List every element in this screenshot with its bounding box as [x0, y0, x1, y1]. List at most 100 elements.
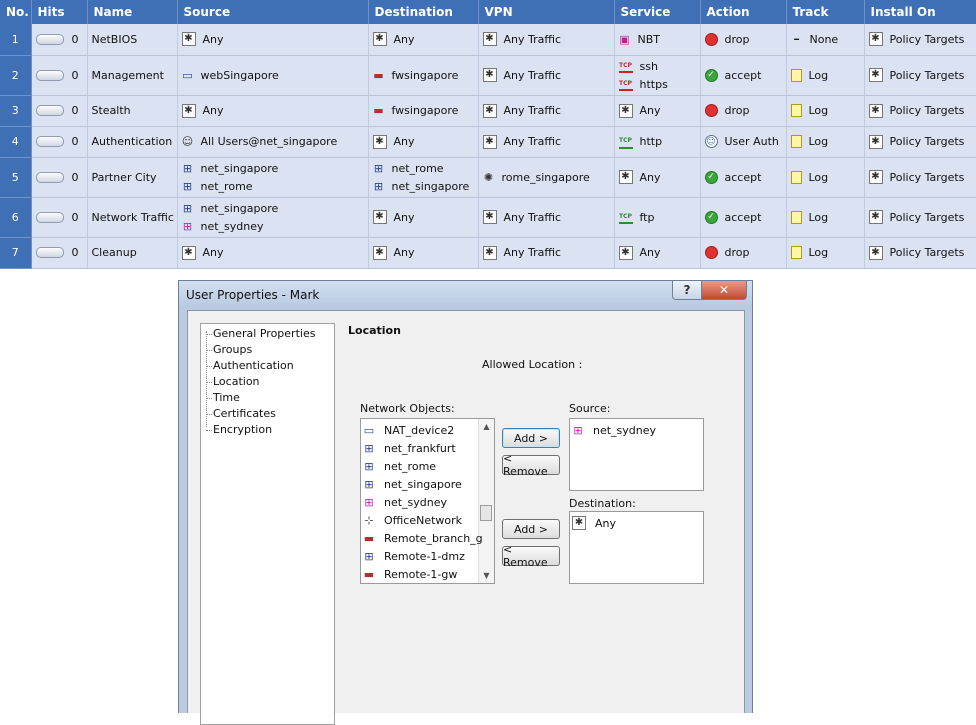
- close-button[interactable]: ✕: [701, 281, 747, 300]
- destination-list[interactable]: ✱ Any: [569, 511, 704, 584]
- col-header-track[interactable]: Track: [786, 0, 865, 24]
- source-object[interactable]: ⊞ net_sydney: [182, 217, 364, 235]
- network-object-item[interactable]: ⊞ net_sydney: [363, 493, 447, 511]
- action-cell[interactable]: ✓ accept: [700, 55, 787, 96]
- destination-object[interactable]: ▬ fwsingapore: [373, 102, 474, 120]
- col-header-service[interactable]: Service: [614, 0, 701, 24]
- destination-cell[interactable]: ⊞ net_rome ⊞ net_singapore: [368, 157, 479, 198]
- source-object[interactable]: ✱ Any: [181, 244, 364, 262]
- service-object[interactable]: TCP ftp: [618, 208, 696, 226]
- table-row[interactable]: 2 0 Management ▭ webSingapore ▬ fwsingapore ✱ An…: [0, 55, 976, 96]
- track-value[interactable]: Log: [790, 208, 860, 226]
- col-header-name[interactable]: Name: [87, 0, 178, 24]
- remove-source-button[interactable]: < Remove: [502, 452, 560, 478]
- network-object-item[interactable]: ⊞ net_frankfurt: [363, 439, 455, 457]
- destination-object[interactable]: ⊞ net_singapore: [373, 177, 474, 195]
- action-value[interactable]: drop: [704, 244, 782, 262]
- tree-item-encryption[interactable]: Encryption: [205, 423, 272, 436]
- install-on-value[interactable]: ✱ Policy Targets: [868, 133, 972, 151]
- action-cell[interactable]: ☺ User Auth: [700, 126, 787, 158]
- vpn-object[interactable]: ✱ Any Traffic: [482, 66, 610, 84]
- table-row[interactable]: 5 0 Partner City ⊞ net_singapore ⊞ net_rome ⊞ ne…: [0, 157, 976, 198]
- rule-name[interactable]: Management: [87, 55, 178, 96]
- tree-item-general-properties[interactable]: General Properties: [205, 327, 315, 340]
- tree-item-certificates[interactable]: Certificates: [206, 407, 276, 420]
- tree-item-authentication[interactable]: Authentication: [206, 359, 294, 372]
- action-cell[interactable]: drop: [700, 24, 787, 56]
- source-cell[interactable]: ✱ Any: [177, 237, 369, 269]
- table-row[interactable]: 6 0 Network Traffic ⊞ net_singapore ⊞ net_sydn…: [0, 197, 976, 238]
- install-on-cell[interactable]: ✱ Policy Targets: [864, 55, 976, 96]
- source-cell[interactable]: ✱ Any: [177, 24, 369, 56]
- vpn-cell[interactable]: ✺ rome_singapore: [478, 157, 615, 198]
- destination-cell[interactable]: ✱ Any: [368, 24, 479, 56]
- action-cell[interactable]: ✓ accept: [700, 197, 787, 238]
- destination-cell[interactable]: ✱ Any: [368, 126, 479, 158]
- network-objects-scrollbar[interactable]: ▲ ▼: [478, 419, 494, 583]
- track-cell[interactable]: Log: [786, 157, 865, 198]
- scroll-down-icon[interactable]: ▼: [479, 568, 494, 583]
- col-header-no[interactable]: No.: [0, 0, 32, 24]
- service-object[interactable]: ✱ Any: [618, 102, 696, 120]
- add-destination-button[interactable]: Add >: [502, 519, 560, 539]
- destination-item[interactable]: ✱ Any: [572, 514, 616, 532]
- source-object[interactable]: ✱ Any: [181, 102, 364, 120]
- service-object[interactable]: ▣ NBT: [619, 30, 696, 48]
- remove-destination-button[interactable]: < Remove: [502, 543, 560, 569]
- service-object[interactable]: TCP http: [618, 133, 696, 151]
- destination-object[interactable]: ✱ Any: [372, 133, 474, 151]
- track-value[interactable]: Log: [790, 244, 860, 262]
- rule-name[interactable]: Stealth: [87, 95, 178, 127]
- action-cell[interactable]: drop: [700, 237, 787, 269]
- source-cell[interactable]: ▭ webSingapore: [177, 55, 369, 96]
- source-object[interactable]: ✱ Any: [181, 30, 364, 48]
- source-object[interactable]: ☺ All Users@net_singapore: [182, 133, 364, 151]
- network-object-item[interactable]: ⊞ Remote-1-dmz: [363, 547, 464, 565]
- source-object[interactable]: ⊞ net_singapore: [182, 159, 364, 177]
- network-object-item[interactable]: ▭ NAT_device2: [363, 421, 454, 439]
- table-row[interactable]: 1 0 NetBIOS ✱ Any ✱ Any ✱ Any Traffic ▣ NBT drop ━ No…: [0, 24, 976, 56]
- scroll-up-icon[interactable]: ▲: [479, 419, 494, 434]
- destination-cell[interactable]: ✱ Any: [368, 237, 479, 269]
- vpn-object[interactable]: ✺ rome_singapore: [483, 168, 610, 186]
- source-object[interactable]: ⊞ net_singapore: [182, 199, 364, 217]
- track-cell[interactable]: Log: [786, 237, 865, 269]
- service-cell[interactable]: ✱ Any: [614, 237, 701, 269]
- install-on-value[interactable]: ✱ Policy Targets: [868, 30, 972, 48]
- service-cell[interactable]: ✱ Any: [614, 157, 701, 198]
- col-header-source[interactable]: Source: [177, 0, 369, 24]
- destination-object[interactable]: ✱ Any: [372, 208, 474, 226]
- install-on-cell[interactable]: ✱ Policy Targets: [864, 197, 976, 238]
- service-object[interactable]: TCP ssh: [618, 57, 696, 75]
- table-row[interactable]: 4 0 Authentication ☺ All Users@net_singapore…: [0, 126, 976, 158]
- network-object-item[interactable]: ▬ Remote_branch_g: [363, 529, 483, 547]
- action-cell[interactable]: drop: [700, 95, 787, 127]
- track-cell[interactable]: Log: [786, 126, 865, 158]
- scroll-thumb[interactable]: [480, 505, 492, 521]
- install-on-cell[interactable]: ✱ Policy Targets: [864, 95, 976, 127]
- destination-cell[interactable]: ✱ Any: [368, 197, 479, 238]
- track-value[interactable]: Log: [790, 133, 860, 151]
- destination-object[interactable]: ✱ Any: [372, 30, 474, 48]
- track-cell[interactable]: ━ None: [786, 24, 865, 56]
- vpn-cell[interactable]: ✱ Any Traffic: [478, 95, 615, 127]
- col-header-destination[interactable]: Destination: [368, 0, 479, 24]
- source-cell[interactable]: ☺ All Users@net_singapore: [177, 126, 369, 158]
- network-object-item[interactable]: ⊞ net_singapore: [363, 475, 461, 493]
- action-value[interactable]: ✓ accept: [704, 66, 782, 84]
- vpn-cell[interactable]: ✱ Any Traffic: [478, 24, 615, 56]
- source-object[interactable]: ▭ webSingapore: [182, 66, 364, 84]
- source-cell[interactable]: ⊞ net_singapore ⊞ net_sydney: [177, 197, 369, 238]
- track-cell[interactable]: Log: [786, 197, 865, 238]
- action-value[interactable]: ✓ accept: [704, 168, 782, 186]
- track-value[interactable]: Log: [790, 168, 860, 186]
- service-object[interactable]: TCP https: [618, 75, 696, 93]
- rule-name[interactable]: Network Traffic: [87, 197, 178, 238]
- vpn-object[interactable]: ✱ Any Traffic: [482, 30, 610, 48]
- network-objects-list[interactable]: ▲ ▼ ▭ NAT_device2 ⊞ net_frankfurt ⊞ net_rome ⊞…: [360, 418, 495, 584]
- vpn-object[interactable]: ✱ Any Traffic: [482, 102, 610, 120]
- rule-name[interactable]: Cleanup: [87, 237, 178, 269]
- install-on-cell[interactable]: ✱ Policy Targets: [864, 237, 976, 269]
- rule-name[interactable]: Partner City: [87, 157, 178, 198]
- network-object-item[interactable]: ⊞ net_rome: [363, 457, 436, 475]
